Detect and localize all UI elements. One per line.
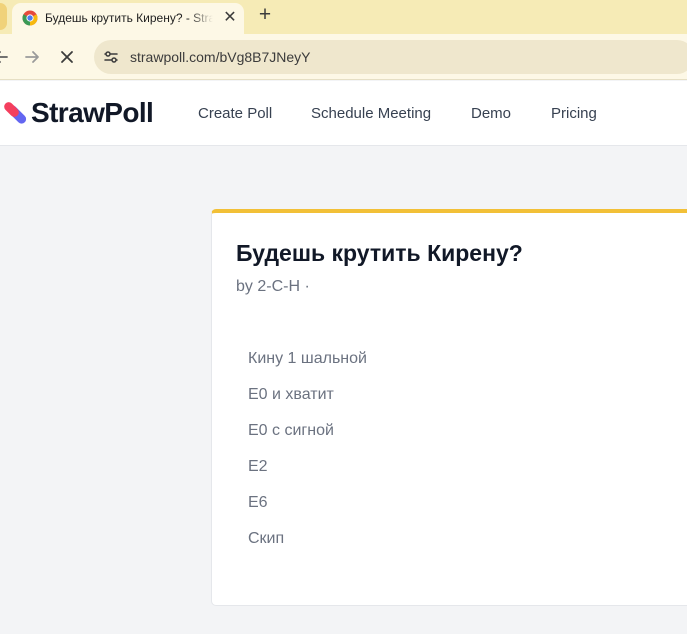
nav-schedule-meeting[interactable]: Schedule Meeting — [311, 105, 431, 122]
url-text: strawpoll.com/bVg8B7JNeyY — [130, 49, 311, 65]
nav-pricing[interactable]: Pricing — [551, 105, 597, 122]
logo-text: StrawPoll — [31, 97, 154, 128]
poll-title: Будешь крутить Кирену? — [236, 240, 523, 266]
poll-option[interactable]: Скип — [248, 529, 367, 565]
poll-options: Кину 1 шальной E0 и хватит E0 с сигной E… — [248, 349, 367, 565]
site-header: StrawPoll Create Poll Schedule Meeting D… — [0, 81, 687, 146]
browser-tab-strip: Будешь крутить Кирену? - StrawPoll ✕ + — [0, 0, 687, 34]
previous-tab[interactable] — [0, 3, 7, 30]
poll-option[interactable]: E0 и хватит — [248, 385, 367, 421]
tab-title: Будешь крутить Кирену? - StrawPoll — [45, 11, 213, 25]
forward-arrow-icon[interactable] — [21, 46, 43, 68]
strawpoll-logo-mark — [4, 102, 27, 124]
browser-toolbar: strawpoll.com/bVg8B7JNeyY — [0, 34, 687, 80]
poll-option[interactable]: E2 — [248, 457, 367, 493]
close-icon[interactable]: ✕ — [220, 8, 240, 28]
site-info-icon[interactable] — [102, 48, 120, 66]
poll-option[interactable]: E0 с сигной — [248, 421, 367, 457]
back-arrow-icon[interactable] — [0, 46, 12, 68]
poll-card: Будешь крутить Кирену? by 2-C-H · Кину 1… — [211, 209, 687, 606]
poll-option[interactable]: Кину 1 шальной — [248, 349, 367, 385]
nav-demo[interactable]: Demo — [471, 105, 511, 122]
address-bar[interactable]: strawpoll.com/bVg8B7JNeyY — [94, 40, 687, 74]
chrome-favicon — [22, 10, 38, 26]
nav-create-poll[interactable]: Create Poll — [198, 105, 272, 122]
browser-tab-active[interactable]: Будешь крутить Кирену? - StrawPoll ✕ — [12, 3, 244, 34]
stop-icon[interactable] — [56, 46, 78, 68]
poll-option[interactable]: E6 — [248, 493, 367, 529]
poll-author: by 2-C-H · — [236, 278, 310, 295]
plus-icon[interactable]: + — [253, 4, 277, 28]
